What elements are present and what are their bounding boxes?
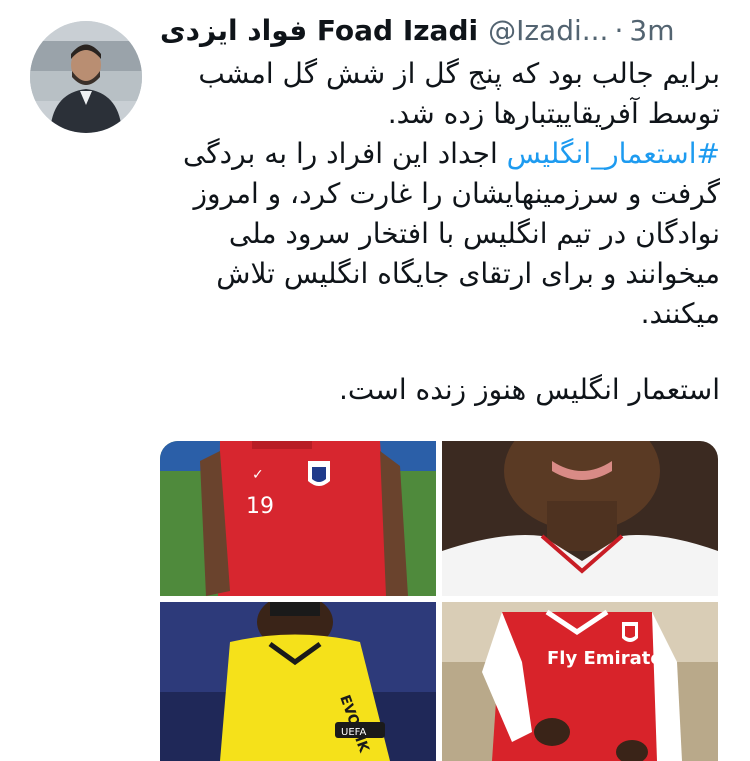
uefa-badge-text: UEFA <box>341 727 366 738</box>
media-grid: 19 ✓ EVONIK UEFA <box>160 441 718 761</box>
tweet-line: گرفت و سرزمینهایشان را غارت کرد، و امروز <box>193 177 720 210</box>
arsenal-player-image: Fly Emirates <box>442 602 718 761</box>
photo-yellow-kit-player[interactable]: EVONIK UEFA <box>160 602 436 761</box>
jersey-number: 19 <box>246 494 274 519</box>
tweet-line: نوادگان در تیم انگلیس با افتخار سرود ملی <box>228 217 720 250</box>
tweet-line: میکنند. <box>640 297 720 330</box>
author-handle[interactable]: @Izadi... <box>488 14 608 47</box>
tweet-line: #استعمار_انگلیس اجداد این افراد را به بر… <box>160 134 720 174</box>
tweet-closing-line: استعمار انگلیس هنوز زنده است. <box>338 373 720 406</box>
closeup-player-image <box>442 441 718 596</box>
author-name[interactable]: فواد ایزدی Foad Izadi <box>160 14 478 47</box>
photo-player-closeup[interactable] <box>442 441 718 596</box>
england-player-image: 19 ✓ <box>160 441 436 596</box>
tweet-line-text: اجداد این افراد را به بردگی <box>182 137 507 170</box>
tweet-header: فواد ایزدی Foad Izadi @Izadi... · 3m <box>160 10 720 50</box>
tweet-line: توسط آفریقاییتبارها زده شد. <box>387 97 720 130</box>
tweet-line: برایم جالب بود که پنج گل از شش گل امشب <box>198 57 720 90</box>
sponsor-text: Fly Emirates <box>547 648 673 669</box>
photo-england-player[interactable]: 19 ✓ <box>160 441 436 596</box>
crest-icon <box>308 461 330 486</box>
avatar-photo <box>30 21 142 133</box>
tweet-timestamp[interactable]: 3m <box>629 14 674 47</box>
tweet-text: برایم جالب بود که پنج گل از شش گل امشب ت… <box>160 54 720 410</box>
tweet-line: میخوانند و برای ارتقای جایگاه انگلیس تلا… <box>216 257 720 290</box>
arsenal-crest-icon <box>622 622 638 642</box>
yellow-kit-player-image: EVONIK UEFA <box>160 602 436 761</box>
header-separator: · <box>614 13 624 47</box>
author-avatar[interactable] <box>30 21 142 133</box>
brand-mark: ✓ <box>252 467 264 483</box>
hashtag-link[interactable]: #استعمار_انگلیس <box>507 137 720 170</box>
photo-arsenal-player[interactable]: Fly Emirates <box>442 602 718 761</box>
